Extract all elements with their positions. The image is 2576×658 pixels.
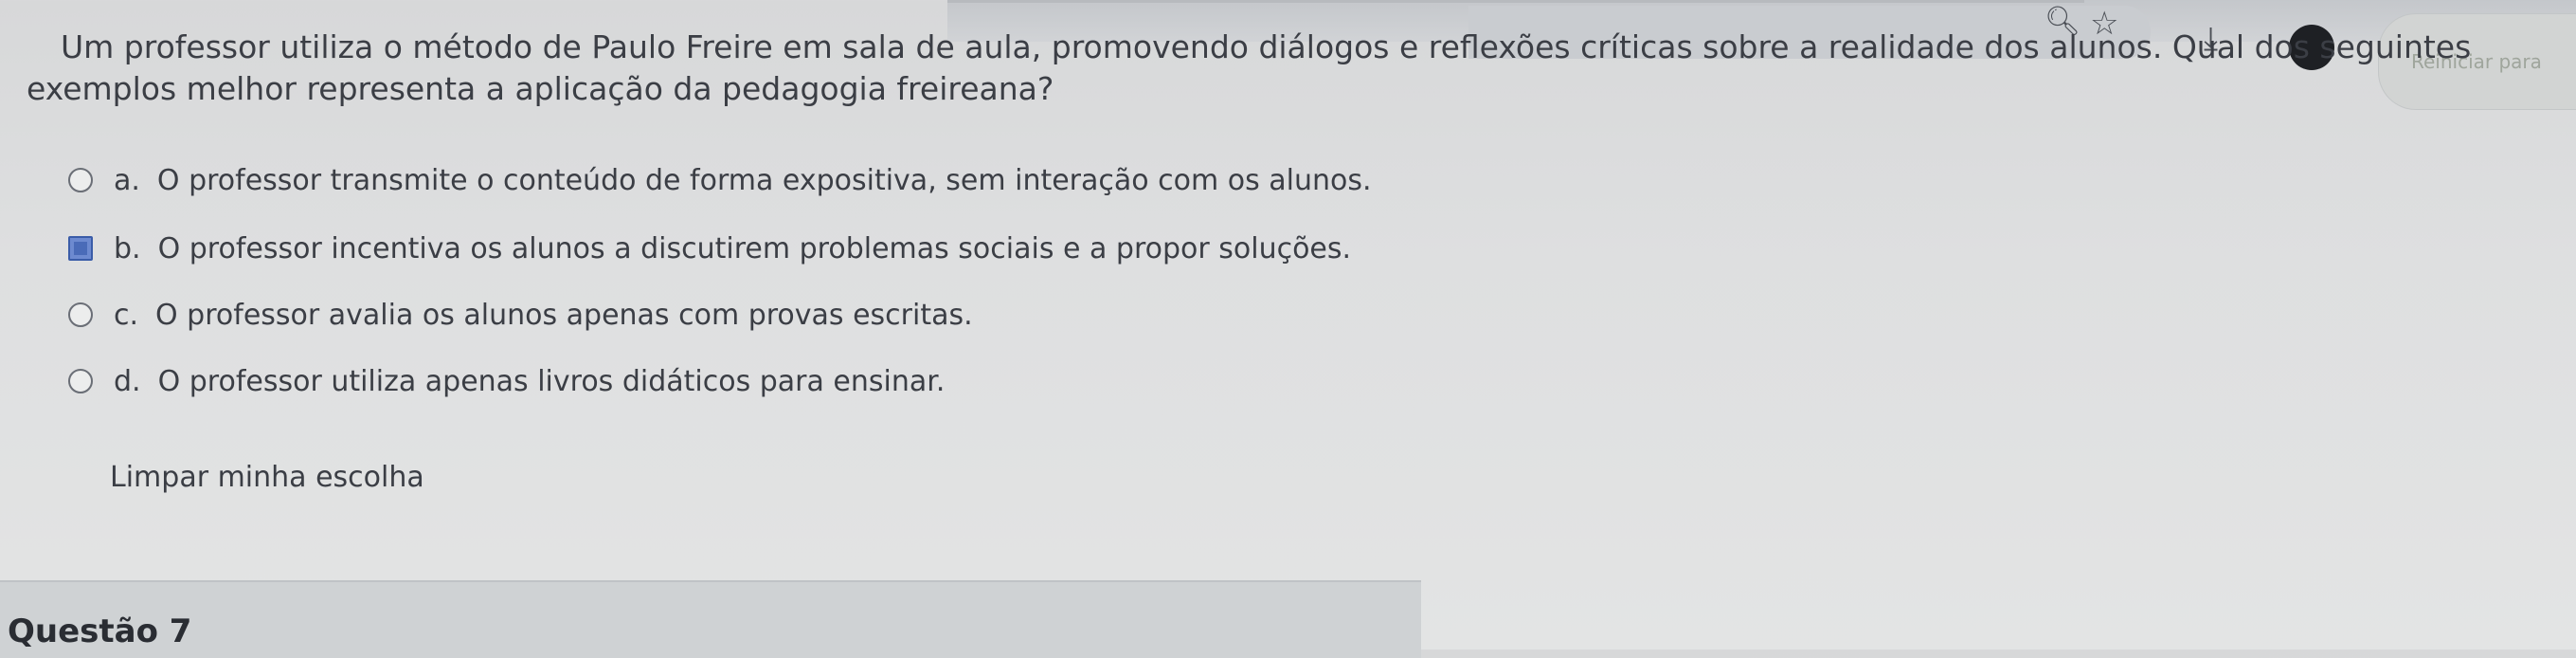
option-d[interactable]: d. O professor utiliza apenas livros did… bbox=[68, 360, 945, 402]
option-b[interactable]: b. O professor incentiva os alunos a dis… bbox=[68, 228, 1351, 269]
radio-button-selected[interactable] bbox=[68, 236, 93, 261]
clear-choice-link[interactable]: Limpar minha escolha bbox=[110, 461, 424, 494]
radio-button[interactable] bbox=[68, 168, 93, 192]
option-letter: c. bbox=[114, 298, 139, 332]
radio-button[interactable] bbox=[68, 302, 93, 327]
option-letter: b. bbox=[114, 231, 141, 265]
option-text: O professor utiliza apenas livros didáti… bbox=[157, 364, 946, 398]
option-text: O professor avalia os alunos apenas com … bbox=[155, 298, 973, 332]
option-a[interactable]: a. O professor transmite o conteúdo de f… bbox=[68, 159, 1372, 201]
option-text: O professor incentiva os alunos a discut… bbox=[157, 231, 1352, 265]
option-c[interactable]: c. O professor avalia os alunos apenas c… bbox=[68, 294, 973, 336]
next-question-title: Questão 7 bbox=[8, 612, 192, 650]
radio-button[interactable] bbox=[68, 369, 93, 393]
next-question-panel bbox=[0, 580, 1421, 658]
option-letter: d. bbox=[114, 364, 141, 398]
question-text: Um professor utiliza o método de Paulo F… bbox=[27, 28, 2472, 107]
tab-strip-line bbox=[947, 0, 2084, 3]
option-text: O professor transmite o conteúdo de form… bbox=[156, 163, 1372, 197]
option-letter: a. bbox=[114, 163, 140, 197]
